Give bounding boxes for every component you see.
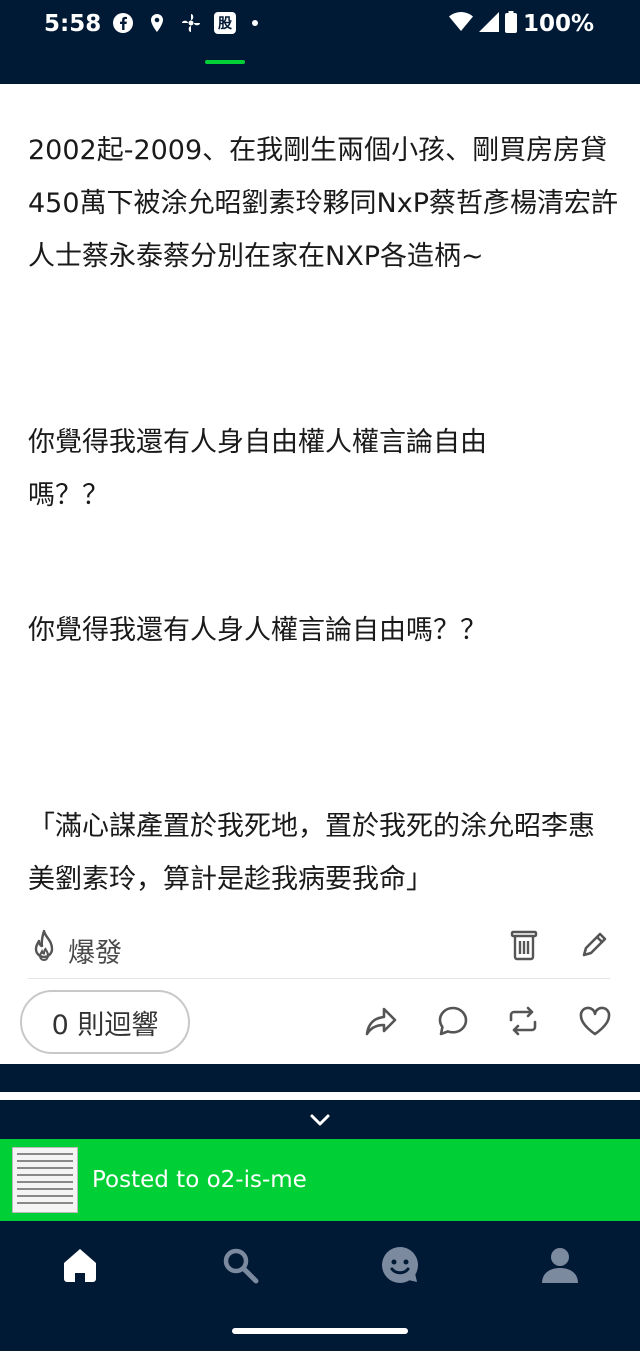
notes-count-button[interactable]: 0 則迴響 xyxy=(20,990,190,1054)
posted-toast[interactable]: Posted to o2-is-me xyxy=(0,1139,640,1221)
wifi-icon xyxy=(448,12,473,36)
post-meta-row: 爆發 xyxy=(0,919,640,979)
account-icon[interactable] xyxy=(540,1245,580,1285)
chevron-down-icon[interactable] xyxy=(308,1108,332,1132)
system-status-icons: 100% xyxy=(448,11,594,37)
fan-icon xyxy=(180,12,202,34)
post-paragraph-1: 2002起-2009、在我剛生兩個小孩、剛買房房貸450萬下被涂允昭劉素玲夥同N… xyxy=(28,135,618,272)
post-thumbnail xyxy=(12,1147,78,1213)
status-time: 5:58 xyxy=(44,11,102,37)
trash-icon[interactable] xyxy=(510,929,538,961)
more-notifications-dot xyxy=(252,20,258,26)
boom-label[interactable]: 爆發 xyxy=(68,931,122,970)
toast-message: Posted to o2-is-me xyxy=(92,1167,307,1193)
stock-app-icon: 股 xyxy=(214,12,236,34)
reply-icon[interactable] xyxy=(436,1004,470,1038)
battery-percent: 100% xyxy=(522,11,594,37)
reblog-icon[interactable] xyxy=(506,1004,540,1038)
activity-face-icon[interactable] xyxy=(380,1245,420,1285)
share-icon[interactable] xyxy=(364,1004,398,1038)
search-icon[interactable] xyxy=(220,1245,260,1285)
active-tab-indicator xyxy=(205,60,245,64)
post-card: 2002起-2009、在我剛生兩個小孩、剛買房房貸450萬下被涂允昭劉素玲夥同N… xyxy=(0,84,640,1064)
top-tab-strip xyxy=(0,48,640,84)
like-icon[interactable] xyxy=(578,1004,612,1038)
post-paragraph-3: 你覺得我還有人身人權言論自由嗎？？ xyxy=(28,615,487,646)
signal-icon xyxy=(478,12,499,36)
next-post-edge xyxy=(0,1092,640,1100)
location-pin-icon xyxy=(146,12,168,34)
collapse-area[interactable] xyxy=(0,1100,640,1140)
home-indicator[interactable] xyxy=(232,1328,408,1334)
facebook-icon xyxy=(112,12,134,34)
home-icon[interactable] xyxy=(60,1245,100,1285)
pencil-icon[interactable] xyxy=(580,929,610,959)
battery-icon xyxy=(504,11,517,37)
divider xyxy=(28,978,610,979)
status-bar: 5:58 股 100% xyxy=(0,0,640,48)
notification-icons: 股 xyxy=(112,12,258,34)
flame-icon[interactable] xyxy=(28,929,60,963)
post-paragraph-2: 你覺得我還有人身自由權人權言論自由嗎？？ xyxy=(28,427,487,511)
post-paragraph-4: 「滿心謀產置於我死地，置於我死的涂允昭李惠美劉素玲，算計是趁我病要我命」 xyxy=(28,811,595,895)
